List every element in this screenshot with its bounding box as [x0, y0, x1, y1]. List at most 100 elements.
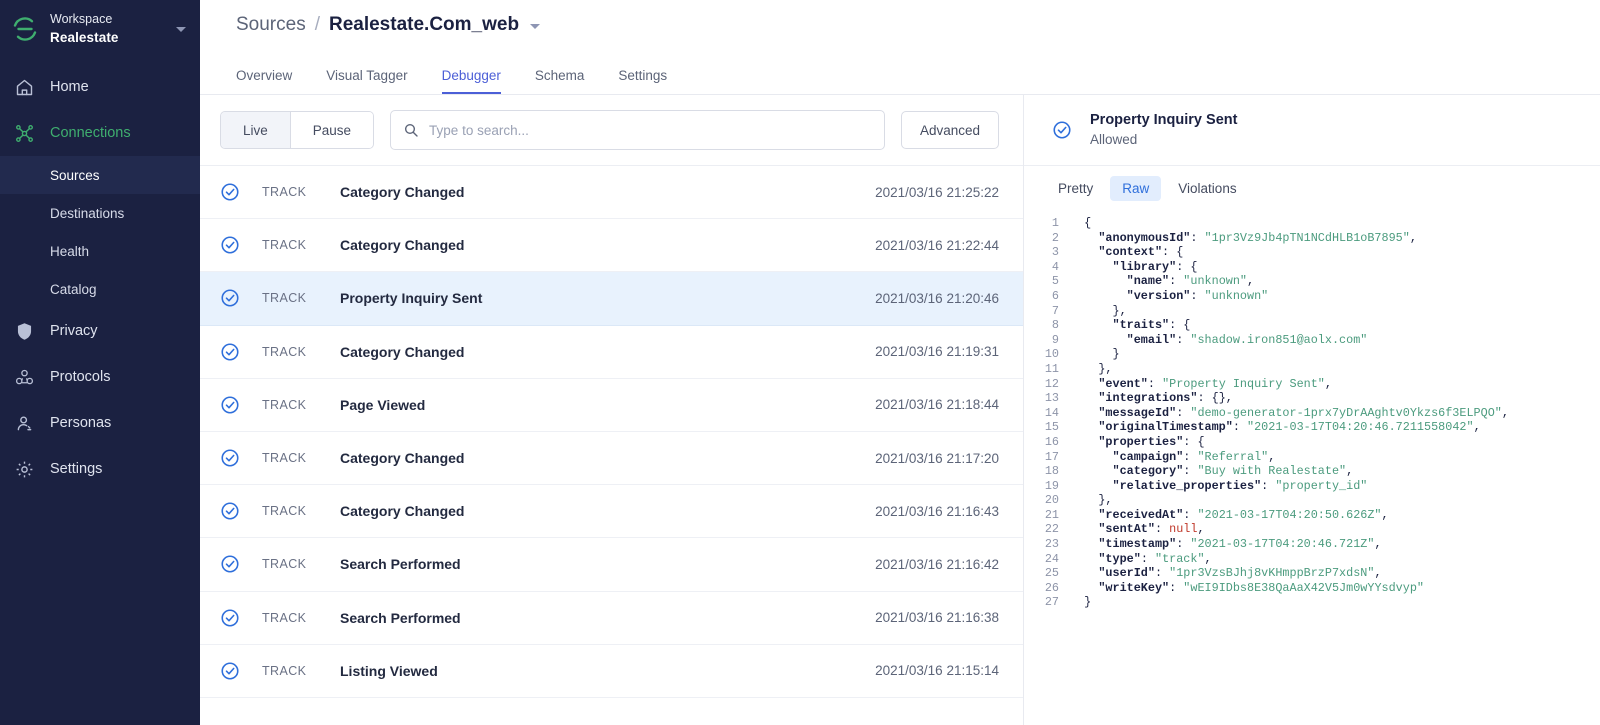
- sidebar-item-health[interactable]: Health: [0, 232, 200, 270]
- table-row[interactable]: TRACK Property Inquiry Sent 2021/03/16 21:…: [200, 272, 1023, 326]
- workspace-switcher[interactable]: Workspace Realestate: [0, 0, 200, 58]
- page-tabs: Overview Visual Tagger Debugger Schema S…: [236, 36, 1600, 94]
- code-line: 2 "anonymousId": "1pr3Vz9Jb4pTN1NCdHLB1o…: [1024, 231, 1600, 246]
- sidebar-item-personas[interactable]: Personas: [0, 400, 200, 446]
- table-row[interactable]: TRACK Category Changed 2021/03/16 21:19:31: [200, 326, 1023, 379]
- sidebar-item-destinations[interactable]: Destinations: [0, 194, 200, 232]
- table-row[interactable]: TRACK Listing Viewed 2021/03/16 21:15:14: [200, 645, 1023, 698]
- sidebar-item-home[interactable]: Home: [0, 64, 200, 110]
- line-number: 5: [1051, 274, 1059, 289]
- code-line: 19 "relative_properties": "property_id": [1024, 479, 1600, 494]
- sidebar-subitem-label: Catalog: [50, 281, 97, 297]
- tab-violations[interactable]: Violations: [1166, 176, 1248, 201]
- chevron-down-icon[interactable]: [176, 26, 186, 32]
- event-type: TRACK: [262, 344, 307, 359]
- line-number: 4: [1051, 259, 1059, 274]
- table-row[interactable]: TRACK Category Changed 2021/03/16 21:16:43: [200, 485, 1023, 539]
- line-number: 19: [1044, 478, 1059, 493]
- code-text: "email": "shadow.iron851@aolx.com": [1126, 332, 1368, 347]
- code-text: "traits": {: [1112, 318, 1191, 333]
- event-list[interactable]: TRACK Category Changed 2021/03/16 21:25:22…: [200, 166, 1023, 725]
- line-number: 10: [1044, 347, 1059, 362]
- event-type: TRACK: [262, 238, 307, 253]
- sidebar-item-label: Settings: [50, 461, 103, 477]
- detail-header: Property Inquiry Sent Allowed: [1024, 95, 1600, 166]
- line-number: 18: [1044, 464, 1059, 479]
- code-line: 13 "integrations": {},: [1024, 391, 1600, 406]
- code-line: 14 "messageId": "demo-generator-1prx7yDr…: [1024, 406, 1600, 421]
- live-button[interactable]: Live: [221, 112, 290, 148]
- line-number: 26: [1044, 580, 1059, 595]
- check-circle-icon: [220, 661, 240, 681]
- event-timestamp: 2021/03/16 21:19:31: [875, 344, 999, 360]
- code-text: "context": {: [1098, 245, 1184, 260]
- sidebar-item-privacy[interactable]: Privacy: [0, 308, 200, 354]
- event-name: Category Changed: [340, 343, 465, 360]
- code-text: "event": "Property Inquiry Sent",: [1098, 376, 1332, 391]
- event-name: Category Changed: [340, 450, 465, 467]
- advanced-button[interactable]: Advanced: [900, 111, 999, 149]
- table-row[interactable]: TRACK Search Performed 2021/03/16 21:16:38: [200, 592, 1023, 645]
- tab-schema[interactable]: Schema: [535, 68, 585, 94]
- line-number: 1: [1051, 216, 1059, 230]
- event-timestamp: 2021/03/16 21:18:44: [875, 397, 999, 413]
- code-text: "name": "unknown",: [1126, 274, 1255, 289]
- tab-pretty[interactable]: Pretty: [1046, 176, 1105, 201]
- code-line: 8 "traits": {: [1024, 318, 1600, 333]
- search-box[interactable]: [390, 110, 885, 150]
- event-type: TRACK: [262, 451, 307, 466]
- app-root: Workspace Realestate Home Connections So…: [0, 0, 1600, 725]
- code-text: "relative_properties": "property_id": [1112, 478, 1368, 493]
- code-text: "type": "track",: [1098, 551, 1212, 566]
- sidebar-item-label: Protocols: [50, 369, 111, 385]
- event-timestamp: 2021/03/16 21:16:38: [875, 610, 999, 626]
- tab-raw[interactable]: Raw: [1110, 175, 1162, 201]
- event-name: Page Viewed: [340, 396, 426, 413]
- event-type: TRACK: [262, 610, 307, 625]
- sidebar-item-catalog[interactable]: Catalog: [0, 270, 200, 308]
- event-timestamp: 2021/03/16 21:16:43: [875, 503, 999, 519]
- tab-visual-tagger[interactable]: Visual Tagger: [326, 68, 407, 94]
- event-name: Listing Viewed: [340, 662, 438, 679]
- sidebar-item-settings[interactable]: Settings: [0, 446, 200, 492]
- check-circle-icon: [220, 235, 240, 255]
- tab-debugger[interactable]: Debugger: [441, 68, 501, 94]
- check-circle-icon: [220, 448, 240, 468]
- table-row[interactable]: TRACK Category Changed 2021/03/16 21:22:44: [200, 219, 1023, 273]
- connections-icon: [12, 121, 36, 145]
- table-row[interactable]: TRACK Search Performed 2021/03/16 21:16:42: [200, 538, 1023, 592]
- code-line: 18 "category": "Buy with Realestate",: [1024, 464, 1600, 479]
- table-row[interactable]: TRACK Page Viewed 2021/03/16 21:18:44: [200, 379, 1023, 432]
- line-number: 23: [1044, 537, 1059, 552]
- breadcrumb-separator: /: [314, 14, 320, 35]
- tab-settings[interactable]: Settings: [618, 68, 667, 94]
- tab-overview[interactable]: Overview: [236, 68, 292, 94]
- table-row[interactable]: TRACK Category Changed 2021/03/16 21:25:22: [200, 166, 1023, 220]
- workspace-name: Realestate: [50, 30, 119, 45]
- pause-button[interactable]: Pause: [289, 112, 374, 148]
- line-number: 12: [1044, 376, 1059, 391]
- home-icon: [12, 75, 36, 99]
- code-line: 16 "properties": {: [1024, 435, 1600, 450]
- json-viewer[interactable]: 1 {2 "anonymousId": "1pr3Vz9Jb4pTN1NCdHL…: [1024, 210, 1600, 725]
- event-timestamp: 2021/03/16 21:16:42: [875, 556, 999, 572]
- person-icon: [12, 411, 36, 435]
- source-chevron-down-icon[interactable]: [530, 24, 541, 29]
- sidebar-subitem-label: Health: [50, 243, 90, 259]
- event-timestamp: 2021/03/16 21:22:44: [875, 237, 999, 253]
- code-line: 10 }: [1024, 347, 1600, 362]
- line-number: 3: [1051, 245, 1059, 260]
- sidebar-item-protocols[interactable]: Protocols: [0, 354, 200, 400]
- code-text: "writeKey": "wEI9IDbs8E38QaAaX42V5Jm0wYY…: [1098, 580, 1424, 595]
- line-number: 9: [1051, 332, 1059, 347]
- search-input[interactable]: [429, 122, 872, 138]
- sidebar-item-connections[interactable]: Connections: [0, 110, 200, 156]
- line-number: 16: [1044, 434, 1059, 449]
- sidebar-subitem-label: Destinations: [50, 205, 125, 221]
- table-row[interactable]: TRACK Category Changed 2021/03/16 21:17:20: [200, 432, 1023, 486]
- line-number: 6: [1051, 288, 1059, 303]
- breadcrumb-root[interactable]: Sources: [236, 14, 306, 36]
- detail-tabs: Pretty Raw Violations: [1024, 166, 1600, 210]
- code-text: "messageId": "demo-generator-1prx7yDrAAg…: [1098, 405, 1509, 420]
- sidebar-item-sources[interactable]: Sources: [0, 156, 200, 194]
